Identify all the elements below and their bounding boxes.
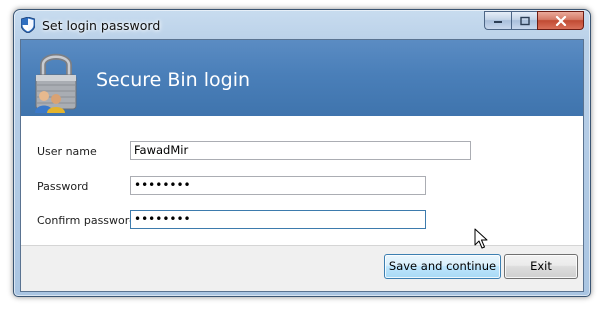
confirm-password-input[interactable]: •••••••• — [130, 210, 426, 229]
shield-icon — [21, 17, 35, 33]
login-form: User name FawadMir Password •••••••• Con… — [21, 116, 583, 246]
exit-button[interactable]: Exit — [504, 254, 578, 279]
caption-buttons — [484, 11, 584, 30]
maximize-icon — [519, 16, 530, 25]
save-and-continue-button[interactable]: Save and continue — [384, 254, 501, 279]
padlock-users-icon — [35, 53, 77, 113]
password-label: Password — [37, 180, 89, 193]
password-input[interactable]: •••••••• — [130, 176, 426, 195]
banner-title: Secure Bin login — [96, 69, 251, 91]
window-title: Set login password — [42, 18, 161, 33]
minimize-icon — [494, 20, 502, 23]
close-icon — [555, 15, 566, 26]
mouse-pointer-icon — [474, 228, 488, 249]
close-button[interactable] — [537, 11, 584, 30]
minimize-button[interactable] — [484, 11, 511, 30]
header-banner: Secure Bin login — [21, 40, 583, 116]
maximize-button[interactable] — [511, 11, 537, 30]
dialog-window: Set login password Secure Bin login User… — [13, 9, 591, 297]
username-label: User name — [37, 145, 97, 158]
dialog-client: Secure Bin login User name FawadMir Pass… — [20, 39, 584, 292]
confirm-password-label: Confirm password — [37, 214, 137, 227]
title-bar[interactable]: Set login password — [14, 10, 590, 38]
username-input[interactable]: FawadMir — [130, 141, 471, 160]
